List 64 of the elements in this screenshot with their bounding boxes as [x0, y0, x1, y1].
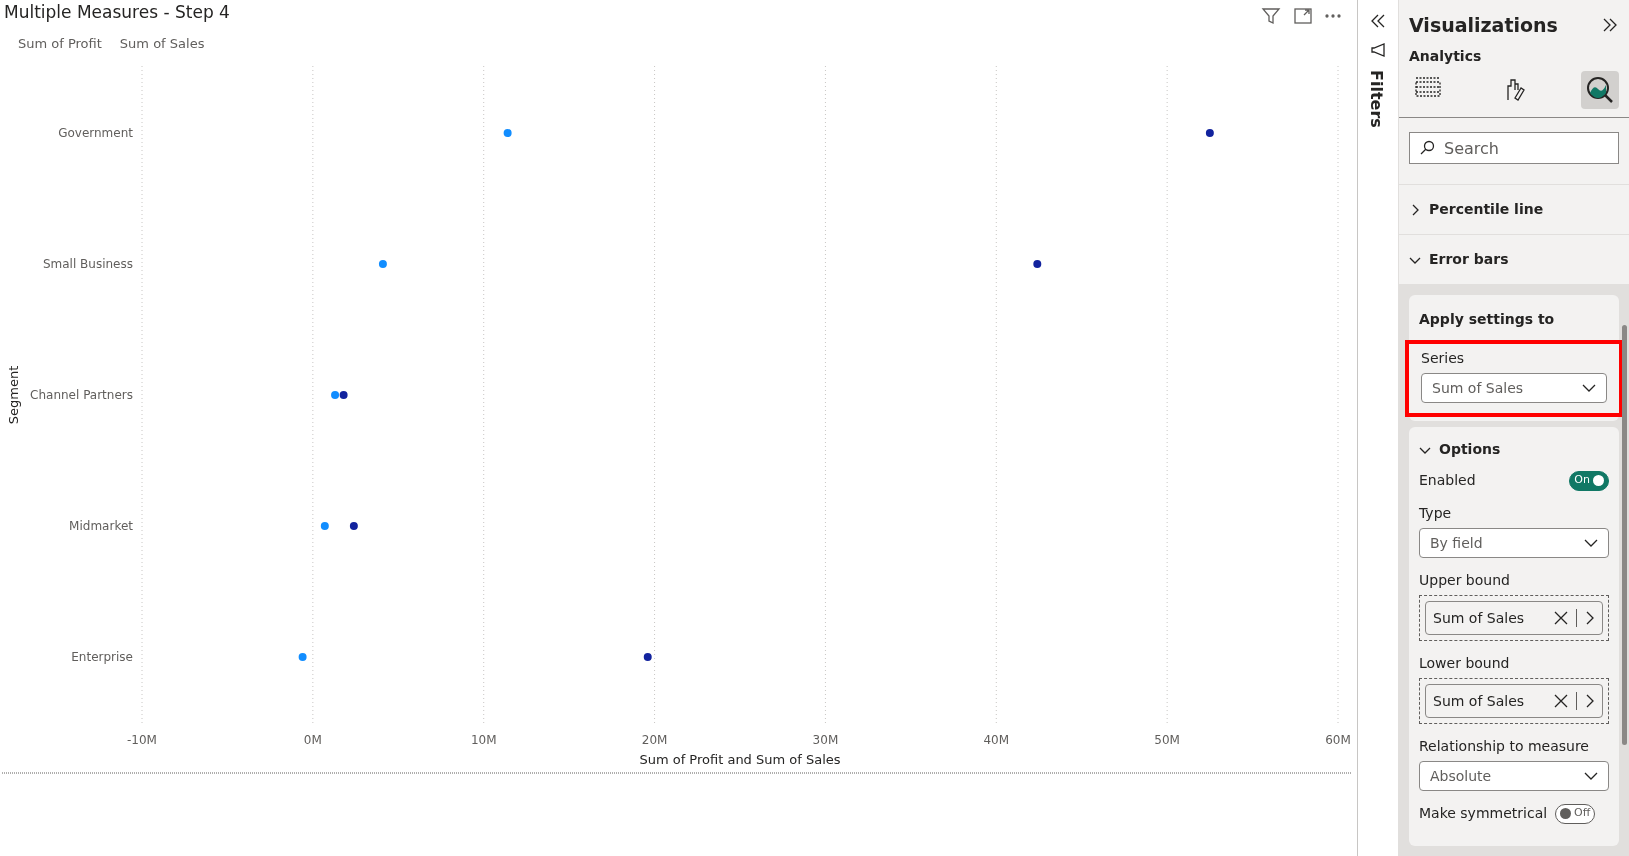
- field-label: Lower bound: [1419, 654, 1511, 673]
- filter-icon: [1261, 6, 1281, 26]
- card-heading: Apply settings to: [1419, 310, 1556, 329]
- megaphone-icon: [1370, 42, 1386, 58]
- dropdown[interactable]: Sum of Sales: [1421, 373, 1607, 403]
- field-label: Upper bound: [1419, 571, 1511, 590]
- y-category-label: Midmarket: [69, 519, 133, 533]
- x-tick-label: 30M: [812, 733, 839, 747]
- toggle-switch[interactable]: On: [1569, 470, 1609, 491]
- field-label: Enabled: [1419, 471, 1476, 490]
- expand-button[interactable]: [1601, 16, 1619, 34]
- pane-subtitle: Analytics: [1408, 47, 1483, 66]
- chevron-right-icon: [1585, 611, 1595, 625]
- filters-label[interactable]: Filters: [1368, 70, 1388, 130]
- close-icon: [1554, 694, 1568, 708]
- more-options-icon: [1325, 14, 1341, 18]
- y-category-label: Small Business: [42, 257, 133, 271]
- pane-tab[interactable]: [1581, 71, 1619, 109]
- legend-item[interactable]: Sum of Sales: [119, 34, 205, 54]
- data-point[interactable]: [339, 391, 348, 399]
- field-label: Series: [1421, 349, 1466, 368]
- search-field[interactable]: Search: [1409, 132, 1619, 164]
- remove-button[interactable]: [1554, 611, 1568, 625]
- legend-item[interactable]: Sum of Profit: [18, 34, 102, 54]
- data-point[interactable]: [1205, 129, 1214, 137]
- y-category-label: Enterprise: [71, 650, 133, 664]
- filter-button[interactable]: [1261, 6, 1281, 26]
- data-point[interactable]: [1033, 260, 1042, 268]
- x-tick-label: 40M: [983, 733, 1010, 747]
- x-tick-label: 0M: [303, 733, 322, 747]
- collapse-button[interactable]: [1369, 12, 1387, 30]
- double-chevron-right-icon: [1601, 16, 1619, 34]
- toggle-switch[interactable]: Off: [1555, 803, 1596, 824]
- x-tick-label: 60M: [1325, 733, 1351, 747]
- chevron-right-icon: [1585, 694, 1595, 708]
- field-label: Make symmetrical: [1419, 804, 1548, 823]
- section-header[interactable]: Percentile line: [1399, 185, 1629, 235]
- dropdown[interactable]: By field: [1419, 528, 1609, 558]
- y-category-label: Government: [58, 126, 133, 140]
- visual-title: Multiple Measures - Step 4: [3, 1, 230, 24]
- field-label: Relationship to measure: [1419, 737, 1590, 756]
- x-tick-label: 20M: [641, 733, 668, 747]
- x-axis-title: Sum of Profit and Sum of Sales: [639, 752, 841, 767]
- focus-mode-button[interactable]: [1293, 6, 1313, 26]
- more-options-button[interactable]: [1325, 14, 1341, 18]
- field-label: Type: [1419, 504, 1453, 523]
- search-icon: [1419, 140, 1435, 156]
- close-icon: [1554, 611, 1568, 625]
- x-tick-label: 10M: [470, 733, 497, 747]
- y-axis-title: Segment: [6, 365, 21, 425]
- x-tick-label: 50M: [1154, 733, 1180, 747]
- data-point[interactable]: [349, 522, 358, 530]
- section-header[interactable]: Options: [1419, 439, 1501, 460]
- next-button[interactable]: [1585, 611, 1595, 625]
- next-button[interactable]: [1585, 694, 1595, 708]
- remove-button[interactable]: [1554, 694, 1568, 708]
- dropdown[interactable]: Absolute: [1419, 761, 1609, 791]
- x-tick-label: -10M: [127, 733, 157, 747]
- data-point[interactable]: [643, 653, 652, 661]
- double-chevron-left-icon: [1369, 12, 1387, 30]
- y-category-label: Channel Partners: [30, 388, 133, 402]
- scroll-bar[interactable]: [1622, 325, 1627, 745]
- pane-title: Visualizations: [1409, 12, 1558, 38]
- focus-mode-icon: [1293, 6, 1313, 26]
